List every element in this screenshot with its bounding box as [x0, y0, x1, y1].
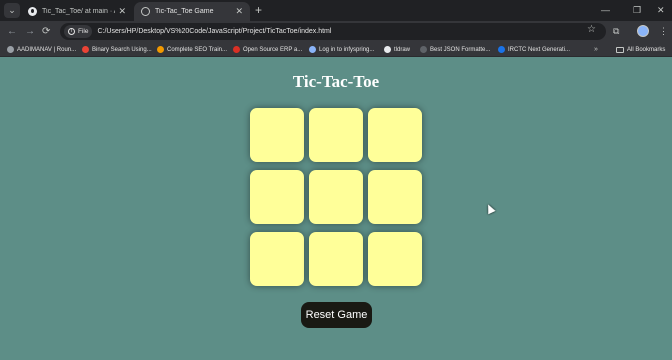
bookmark-item[interactable]: Log in to infyspring...: [309, 44, 374, 55]
page-title: Tic-Tac-Toe: [292, 72, 380, 91]
info-icon: i: [68, 28, 75, 35]
board-cell-4[interactable]: [250, 170, 304, 224]
board-cell-1[interactable]: [250, 108, 304, 162]
bookmark-favicon-icon: [82, 46, 89, 53]
bookmark-label: tldraw: [394, 46, 411, 53]
close-tab-icon[interactable]: ✕: [118, 6, 126, 17]
folder-icon: [616, 46, 624, 53]
board-cell-9[interactable]: [368, 232, 422, 286]
bookmark-label: Complete SEO Train...: [167, 46, 228, 53]
board-cell-8[interactable]: [309, 232, 363, 286]
game-board: [250, 108, 422, 286]
site-info-chip[interactable]: i File: [64, 25, 93, 38]
bookmark-item[interactable]: Open Source ERP a...: [233, 44, 302, 55]
bookmark-label: Log in to infyspring...: [319, 46, 375, 53]
bookmark-item[interactable]: IRCTC Next Generati...: [498, 44, 570, 55]
profile-avatar[interactable]: [637, 25, 649, 37]
close-window-icon[interactable]: ✕: [657, 3, 665, 17]
bookmark-favicon-icon: [7, 46, 14, 53]
tab-title: Tic-Tac_Toe Game: [155, 8, 214, 15]
forward-icon[interactable]: →: [25, 24, 35, 39]
tab-strip: ⌄ Tic_Tac_Toe/ at main · Avntika2... ✕ T…: [0, 0, 672, 21]
bookmark-item[interactable]: Binary Search Using...: [82, 44, 152, 55]
globe-icon: [141, 7, 150, 16]
board-cell-2[interactable]: [309, 108, 363, 162]
minimize-icon[interactable]: —: [601, 3, 610, 17]
extensions-icon[interactable]: ⧉: [613, 24, 619, 39]
scheme-label: File: [78, 28, 89, 35]
reload-icon[interactable]: ⟳: [42, 24, 50, 39]
tab-tic-tac-toe[interactable]: Tic-Tac_Toe Game ✕: [134, 2, 250, 21]
bookmark-favicon-icon: [233, 46, 240, 53]
bookmark-star-icon[interactable]: ☆: [587, 23, 596, 36]
bookmark-label: AADIMANAV | Roun...: [17, 46, 77, 53]
maximize-icon[interactable]: ❐: [633, 3, 641, 17]
tab-github[interactable]: Tic_Tac_Toe/ at main · Avntika2... ✕: [21, 2, 133, 21]
bookmarks-overflow-icon[interactable]: »: [594, 44, 598, 55]
all-bookmarks-folder[interactable]: All Bookmarks: [616, 44, 665, 55]
menu-icon[interactable]: ⋮: [659, 24, 668, 39]
bookmark-favicon-icon: [420, 46, 427, 53]
bookmark-item[interactable]: AADIMANAV | Roun...: [7, 44, 76, 55]
bookmark-item[interactable]: tldraw: [384, 44, 410, 55]
reset-game-button[interactable]: Reset Game: [301, 302, 372, 328]
close-tab-icon[interactable]: ✕: [235, 6, 243, 17]
back-icon[interactable]: ←: [7, 24, 17, 39]
board-cell-6[interactable]: [368, 170, 422, 224]
board-cell-7[interactable]: [250, 232, 304, 286]
new-tab-button[interactable]: +: [255, 2, 262, 18]
bookmark-favicon-icon: [157, 46, 164, 53]
bookmark-favicon-icon: [309, 46, 316, 53]
bookmark-label: Open Source ERP a...: [243, 46, 303, 53]
bookmark-favicon-icon: [498, 46, 505, 53]
all-bookmarks-label: All Bookmarks: [627, 46, 666, 53]
bookmark-label: IRCTC Next Generati...: [508, 46, 571, 53]
address-bar[interactable]: i File C:/Users/HP/Desktop/VS%20Code/Jav…: [60, 23, 606, 40]
github-icon: [28, 7, 37, 16]
bookmark-favicon-icon: [384, 46, 391, 53]
browser-toolbar: ← → ⟳ i File C:/Users/HP/Desktop/VS%20Co…: [0, 21, 672, 42]
bookmarks-bar: AADIMANAV | Roun... Binary Search Using.…: [0, 42, 672, 57]
board-cell-5[interactable]: [309, 170, 363, 224]
bookmark-item[interactable]: Best JSON Formatte...: [420, 44, 490, 55]
url-text[interactable]: C:/Users/HP/Desktop/VS%20Code/JavaScript…: [97, 28, 331, 35]
bookmark-label: Best JSON Formatte...: [430, 46, 491, 53]
bookmark-label: Binary Search Using...: [92, 46, 152, 53]
tab-search-chevron-icon[interactable]: ⌄: [4, 3, 20, 18]
tab-title: Tic_Tac_Toe/ at main · Avntika2...: [42, 8, 115, 15]
mouse-cursor-icon: [484, 202, 496, 215]
board-cell-3[interactable]: [368, 108, 422, 162]
bookmark-item[interactable]: Complete SEO Train...: [157, 44, 227, 55]
